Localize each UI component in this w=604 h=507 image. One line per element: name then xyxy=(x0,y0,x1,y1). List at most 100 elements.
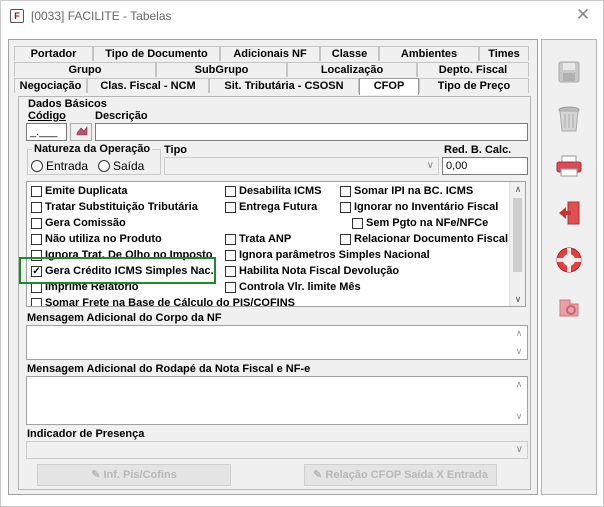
cb-emite-duplicata[interactable]: Emite Duplicata xyxy=(31,185,128,197)
app-icon: F xyxy=(10,9,24,23)
exit-button[interactable] xyxy=(549,194,589,232)
cb-label: Relacionar Documento Fiscal xyxy=(354,233,509,245)
tipo-select[interactable]: ∨ xyxy=(164,157,439,175)
exit-icon xyxy=(559,201,580,225)
checklist-scrollbar[interactable]: ∧ ∨ xyxy=(509,182,525,306)
cb-label: Emite Duplicata xyxy=(45,185,128,197)
help-button[interactable] xyxy=(549,241,589,279)
highlight-box xyxy=(19,257,216,284)
memo-scrollbar[interactable]: ∧ ∨ xyxy=(511,326,527,359)
cb-entrega-futura[interactable]: Entrega Futura xyxy=(225,201,317,213)
red-calc-label: Red. B. Calc. xyxy=(444,144,512,156)
window-title: [0033] FACILITE - Tabelas xyxy=(31,9,172,23)
print-icon xyxy=(556,155,582,177)
codigo-label: Código xyxy=(28,110,66,122)
tipo-label: Tipo xyxy=(164,144,188,156)
dados-basicos-label: Dados Básicos xyxy=(28,98,107,110)
tab-depto-fiscal[interactable]: Depto. Fiscal xyxy=(417,62,529,77)
scroll-down-icon[interactable]: ∨ xyxy=(510,292,525,306)
cb-ignorar-inventario[interactable]: Ignorar no Inventário Fiscal xyxy=(340,201,498,213)
cb-label: Controla Vlr. limite Mês xyxy=(239,281,361,293)
codigo-input[interactable]: _.___ xyxy=(26,123,67,141)
memo-rodape-textarea[interactable]: ∧ ∨ xyxy=(26,376,528,425)
tab-tipo-preco[interactable]: Tipo de Preço xyxy=(419,78,529,93)
cb-label: Entrega Futura xyxy=(239,201,318,213)
scroll-up-icon[interactable]: ∧ xyxy=(511,379,527,390)
settings-icon xyxy=(559,299,579,317)
tab-negociacao[interactable]: Negociação xyxy=(14,78,87,93)
cb-relacionar-documento[interactable]: Relacionar Documento Fiscal xyxy=(340,233,508,245)
checkbox-box xyxy=(225,201,236,213)
cb-gera-comissao[interactable]: Gera Comissão xyxy=(31,217,126,229)
tab-row-2: Grupo SubGrupo Localização Depto. Fiscal xyxy=(14,62,529,77)
cb-ignora-simples[interactable]: Ignora parâmetros Simples Nacional xyxy=(225,249,430,261)
indicador-label: Indicador de Presença xyxy=(27,428,145,440)
scroll-down-icon[interactable]: ∨ xyxy=(511,346,527,357)
checkbox-box xyxy=(31,185,42,197)
cb-nao-utiliza-produto[interactable]: Não utiliza no Produto xyxy=(31,233,162,245)
tab-grupo[interactable]: Grupo xyxy=(14,62,156,77)
tab-adicionais-nf[interactable]: Adicionais NF xyxy=(220,46,320,61)
cb-label: Trata ANP xyxy=(239,233,292,245)
memo-corpo-label: Mensagem Adicional do Corpo da NF xyxy=(27,312,222,324)
delete-button[interactable] xyxy=(549,100,589,138)
checkbox-box xyxy=(340,201,351,213)
radio-entrada-label: Entrada xyxy=(46,159,89,173)
descricao-input[interactable] xyxy=(95,123,528,141)
tab-subgrupo[interactable]: SubGrupo xyxy=(156,62,287,77)
relacao-cfop-button[interactable]: ✎ Relação CFOP Saída X Entrada xyxy=(304,464,497,486)
tab-cfop[interactable]: CFOP xyxy=(359,78,419,95)
cb-habilita-devolucao[interactable]: Habilita Nota Fiscal Devolução xyxy=(225,265,399,277)
cb-controla-limite[interactable]: Controla Vlr. limite Mês xyxy=(225,281,361,293)
tab-ambientes[interactable]: Ambientes xyxy=(379,46,479,61)
tab-classe[interactable]: Classe xyxy=(320,46,379,61)
radio-circle xyxy=(98,160,110,172)
inf-pis-cofins-button[interactable]: ✎ Inf. Pis/Cofins xyxy=(37,464,231,486)
tab-portador[interactable]: Portador xyxy=(14,46,93,61)
tab-tipo-documento[interactable]: Tipo de Documento xyxy=(93,46,220,61)
scroll-up-icon[interactable]: ∧ xyxy=(511,328,527,339)
red-calc-input[interactable]: 0,00 xyxy=(442,157,528,175)
checkbox-box xyxy=(225,249,236,261)
print-button[interactable] xyxy=(549,147,589,185)
scroll-up-icon[interactable]: ∧ xyxy=(510,182,525,196)
tab-row-3: Negociação Clas. Fiscal - NCM Sit. Tribu… xyxy=(14,78,529,95)
cb-desabilita-icms[interactable]: Desabilita ICMS xyxy=(225,185,322,197)
action-sidebar xyxy=(541,39,597,495)
memo-scrollbar[interactable]: ∧ ∨ xyxy=(511,377,527,424)
tab-clas-fiscal-ncm[interactable]: Clas. Fiscal - NCM xyxy=(87,78,209,93)
checkbox-box xyxy=(352,217,363,229)
cb-tratar-st[interactable]: Tratar Substituição Tributária xyxy=(31,201,198,213)
scroll-down-icon[interactable]: ∨ xyxy=(511,411,527,422)
edit-icon: ✎ xyxy=(91,469,104,481)
cb-label: Não utiliza no Produto xyxy=(45,233,162,245)
scroll-thumb[interactable] xyxy=(513,198,522,272)
save-icon xyxy=(558,61,580,83)
search-button[interactable] xyxy=(70,123,92,141)
cb-label: Habilita Nota Fiscal Devolução xyxy=(239,265,400,277)
close-button[interactable]: ✕ xyxy=(573,5,593,25)
radio-saida-label: Saída xyxy=(113,159,145,173)
tab-sit-tributaria-csosn[interactable]: Sit. Tributária - CSOSN xyxy=(209,78,359,93)
tab-times[interactable]: Times xyxy=(479,46,529,61)
radio-entrada[interactable]: Entrada xyxy=(31,159,88,173)
radio-circle xyxy=(31,160,43,172)
memo-corpo-textarea[interactable]: ∧ ∨ xyxy=(26,325,528,360)
save-button[interactable] xyxy=(549,53,589,91)
tab-localizacao[interactable]: Localização xyxy=(287,62,417,77)
cb-label: Somar Frete na Base de Cálculo do PIS/CO… xyxy=(45,297,296,307)
cb-somar-frete[interactable]: Somar Frete na Base de Cálculo do PIS/CO… xyxy=(31,297,296,307)
checkbox-box xyxy=(225,265,236,277)
cb-somar-ipi[interactable]: Somar IPI na BC. ICMS xyxy=(340,185,473,197)
edit-icon: ✎ xyxy=(313,469,326,481)
settings-button[interactable] xyxy=(549,288,589,326)
radio-saida[interactable]: Saída xyxy=(98,159,144,173)
indicador-select[interactable]: ∨ xyxy=(26,441,528,459)
cb-trata-anp[interactable]: Trata ANP xyxy=(225,233,291,245)
search-icon xyxy=(76,126,88,136)
cb-sem-pgto[interactable]: Sem Pgto na NFe/NFCe xyxy=(352,217,488,229)
trash-icon xyxy=(558,106,580,132)
natureza-label: Natureza da Operação xyxy=(32,143,153,155)
titlebar: F [0033] FACILITE - Tabelas ✕ xyxy=(1,1,603,31)
help-icon xyxy=(556,247,582,273)
